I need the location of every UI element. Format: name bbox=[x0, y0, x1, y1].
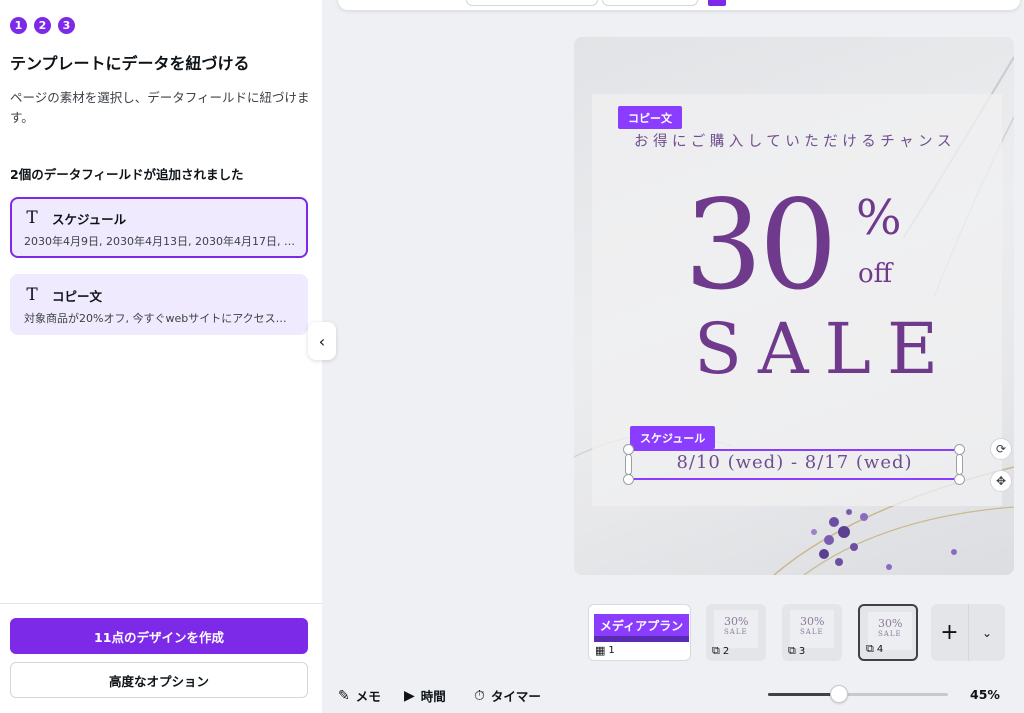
add-page-options-button[interactable]: ⌄ bbox=[968, 604, 1005, 661]
page-number: ⧉ 4 bbox=[866, 642, 884, 655]
discount-number[interactable]: 30 bbox=[684, 176, 838, 316]
notes-label: メモ bbox=[355, 689, 381, 704]
collapse-panel-button[interactable]: ‹ bbox=[308, 322, 336, 360]
notes-icon: ✎ bbox=[338, 687, 350, 704]
added-fields-count: 2個のデータフィールドが追加されました bbox=[10, 167, 244, 182]
data-field-copy[interactable]: T コピー文 対象商品が20%オフ, 今すぐwebサイトにアクセスし… bbox=[10, 274, 308, 335]
page-icon: ⧉ bbox=[866, 642, 874, 655]
copy-field-tag[interactable]: コピー文 bbox=[618, 106, 682, 129]
divider bbox=[0, 603, 322, 604]
stopwatch-icon: ⏱ bbox=[474, 687, 485, 704]
toolbar-control[interactable] bbox=[602, 0, 698, 6]
page-icon: ⧉ bbox=[788, 644, 796, 657]
step-indicator: 1 2 3 bbox=[10, 17, 75, 34]
thumbnail-sale: SALE bbox=[800, 628, 824, 636]
page-icon: ⧉ bbox=[712, 644, 720, 657]
chevron-down-icon: ⌄ bbox=[981, 625, 993, 640]
sale-text[interactable]: SALE bbox=[694, 306, 954, 392]
step-3[interactable]: 3 bbox=[58, 17, 75, 34]
page-thumbnail-1[interactable]: メディアプラン ▦ 1 bbox=[588, 604, 691, 661]
color-swatch[interactable] bbox=[708, 0, 726, 6]
page-number: ⧉ 2 bbox=[712, 644, 730, 657]
field-name: コピー文 bbox=[52, 288, 103, 304]
data-connect-panel: 1 2 3 テンプレートにデータを紐づける ページの素材を選択し、データフィール… bbox=[0, 0, 322, 713]
timer-button[interactable]: ⏱ タイマー bbox=[474, 686, 541, 705]
headline-text[interactable]: お得にご購入していただけるチャンス bbox=[634, 130, 956, 151]
media-plan-banner: メディアプラン bbox=[594, 614, 689, 636]
timer-label: タイマー bbox=[490, 689, 541, 704]
page-thumbnail-3[interactable]: 30% SALE ⧉ 3 bbox=[782, 604, 842, 661]
page-thumbnail-4[interactable]: 30% SALE ⧉ 4 bbox=[858, 604, 918, 661]
rotate-icon: ⟳ bbox=[995, 442, 1007, 456]
advanced-options-button[interactable]: 高度なオプション bbox=[10, 662, 308, 698]
move-button[interactable]: ✥ bbox=[990, 470, 1012, 492]
text-icon: T bbox=[26, 285, 38, 305]
lavender-flowers-decoration bbox=[811, 509, 957, 570]
notes-button[interactable]: ✎ メモ bbox=[338, 686, 381, 705]
data-field-schedule[interactable]: T スケジュール 2030年4月9日, 2030年4月13日, 2030年4月1… bbox=[10, 197, 308, 258]
selection-box[interactable] bbox=[629, 449, 960, 480]
zoom-slider-handle[interactable] bbox=[830, 685, 848, 703]
add-page-control: + ⌄ bbox=[931, 604, 1005, 661]
resize-handle[interactable] bbox=[954, 474, 965, 485]
create-designs-button[interactable]: 11点のデザインを作成 bbox=[10, 618, 308, 654]
text-icon: T bbox=[26, 208, 38, 228]
field-name: スケジュール bbox=[52, 211, 127, 227]
thumbnail-sale: SALE bbox=[724, 628, 748, 636]
rotate-button[interactable]: ⟳ bbox=[990, 438, 1012, 460]
page-number: ⧉ 3 bbox=[788, 644, 806, 657]
thumbnail-sale: SALE bbox=[878, 630, 902, 638]
add-page-button[interactable]: + bbox=[931, 604, 968, 661]
thumbnail-30: 30% bbox=[878, 617, 903, 630]
page-thumbnail-2[interactable]: 30% SALE ⧉ 2 bbox=[706, 604, 766, 661]
resize-handle[interactable] bbox=[623, 474, 634, 485]
zoom-level[interactable]: 45% bbox=[970, 687, 1000, 702]
thumbnail-30: 30% bbox=[724, 615, 749, 628]
thumbnail-30: 30% bbox=[800, 615, 825, 628]
duration-label: 時間 bbox=[420, 689, 446, 704]
move-icon: ✥ bbox=[995, 474, 1007, 488]
step-2[interactable]: 2 bbox=[34, 17, 51, 34]
play-icon: ▶ bbox=[404, 687, 415, 704]
toolbar-control[interactable] bbox=[466, 0, 598, 6]
percent-sign[interactable]: % bbox=[856, 190, 902, 246]
panel-description: ページの素材を選択し、データフィールドに紐づけます。 bbox=[10, 90, 310, 125]
table-icon: ▦ bbox=[595, 644, 606, 657]
banner-subline bbox=[594, 636, 689, 642]
duration-button[interactable]: ▶ 時間 bbox=[404, 686, 446, 705]
side-resize-handle[interactable] bbox=[956, 454, 963, 475]
plus-icon: + bbox=[940, 620, 959, 645]
side-resize-handle[interactable] bbox=[625, 454, 632, 475]
page-number: ▦ 1 bbox=[595, 644, 615, 657]
schedule-field-tag[interactable]: スケジュール bbox=[630, 426, 716, 449]
top-toolbar bbox=[338, 0, 1020, 10]
field-value: 2030年4月9日, 2030年4月13日, 2030年4月17日, そ… bbox=[24, 235, 295, 248]
off-text[interactable]: off bbox=[858, 259, 892, 289]
chevron-left-icon: ‹ bbox=[318, 331, 326, 351]
field-value: 対象商品が20%オフ, 今すぐwebサイトにアクセスし… bbox=[24, 312, 295, 325]
panel-title: テンプレートにデータを紐づける bbox=[10, 54, 250, 73]
step-1[interactable]: 1 bbox=[10, 17, 27, 34]
